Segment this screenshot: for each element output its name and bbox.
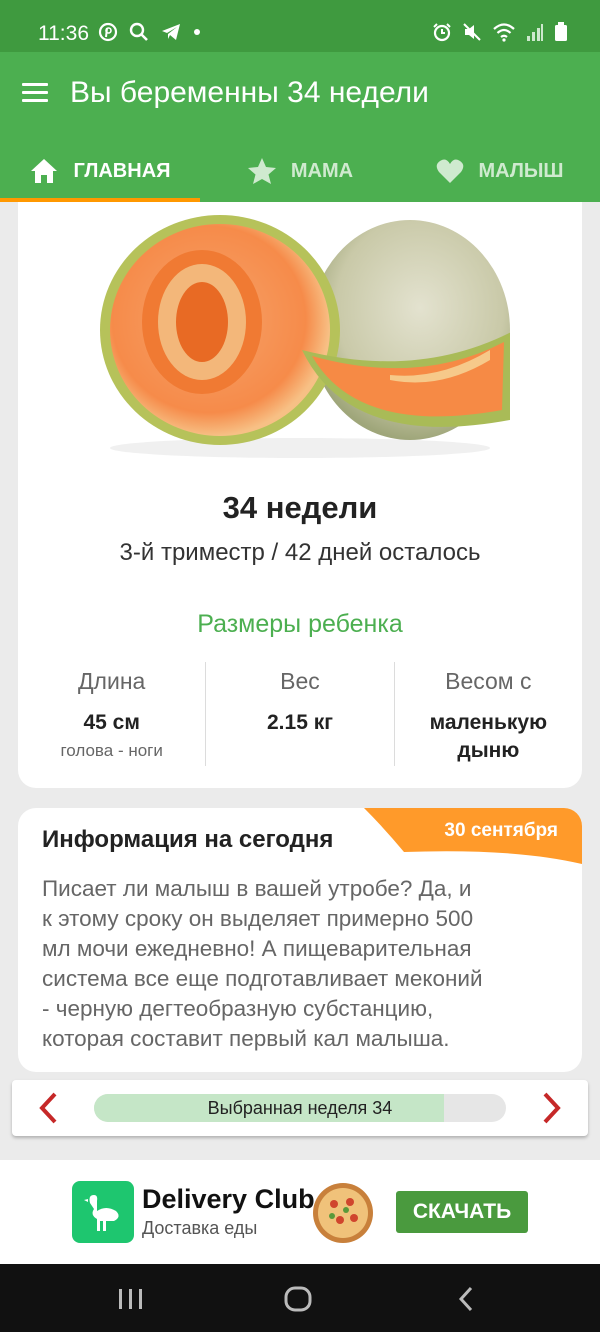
stat-length: Длина 45 см голова - ноги xyxy=(18,662,205,766)
week-card: 34 недели 3-й триместр / 42 дней осталос… xyxy=(18,202,582,788)
status-bar: 11:36 xyxy=(0,0,600,52)
dot-icon xyxy=(194,29,200,35)
info-line: система все еще подготавливает меконий xyxy=(42,966,483,991)
stat-comparison-line2: дыню xyxy=(457,739,520,762)
stat-comparison-label: Весом с xyxy=(445,668,532,694)
ostrich-icon xyxy=(84,1195,119,1231)
stat-weight-value: 2.15 кг xyxy=(267,711,333,734)
info-line: Писает ли малыш в вашей утробе? Да, и xyxy=(42,876,472,901)
tab-mom-label: МАМА xyxy=(290,159,354,182)
search-icon xyxy=(129,22,148,41)
battery-icon xyxy=(555,22,567,41)
info-line: мл мочи ежедневно! А пищеварительная xyxy=(42,936,472,961)
info-card: 30 сентября Информация на сегодня Писает… xyxy=(18,808,582,1072)
baby-stats: Длина 45 см голова - ноги Вес 2.15 кг Ве… xyxy=(18,662,582,766)
tab-baby-label: МАЛЫШ xyxy=(478,159,564,182)
signal-icon xyxy=(527,24,543,41)
info-title: Информация на сегодня xyxy=(42,826,334,853)
app-bar: Вы беременны 34 недели xyxy=(0,52,600,140)
pizza-image xyxy=(313,1183,373,1243)
back-icon[interactable] xyxy=(452,1284,482,1314)
stat-comparison: Весом с маленькую дыню xyxy=(393,662,582,766)
home-nav-icon[interactable] xyxy=(283,1284,313,1314)
ad-brand: Delivery Club xyxy=(142,1184,315,1214)
stat-comparison-line1: маленькую xyxy=(429,711,548,734)
page-title: Вы беременны 34 недели xyxy=(70,76,429,109)
stat-length-sub: голова - ноги xyxy=(60,741,163,760)
telegram-icon xyxy=(162,24,180,40)
baby-sizes-title: Размеры ребенка xyxy=(197,610,403,638)
home-icon xyxy=(31,159,58,183)
stat-comparison-value: маленькую дыню xyxy=(395,709,582,765)
tab-bar: ГЛАВНАЯ МАМА МАЛЫШ xyxy=(0,140,600,202)
tab-home-label: ГЛАВНАЯ xyxy=(73,159,171,182)
chevron-right-icon[interactable] xyxy=(532,1090,568,1126)
tab-baby[interactable]: МАЛЫШ xyxy=(400,140,600,202)
info-text: Писает ли малыш в вашей утробе? Да, и к … xyxy=(42,874,562,1054)
info-date: 30 сентября xyxy=(444,820,558,841)
alarm-icon xyxy=(433,23,451,42)
week-progress-bar[interactable]: Выбранная неделя 34 xyxy=(94,1094,506,1122)
stat-weight-label: Вес xyxy=(280,668,320,694)
stat-length-label: Длина xyxy=(77,668,146,694)
date-badge: 30 сентября xyxy=(364,808,582,864)
info-line: к этому сроку он выделяет примерно 500 xyxy=(42,906,474,931)
ad-banner[interactable]: Delivery Club Доставка еды СКАЧАТЬ xyxy=(0,1160,600,1264)
stat-length-value: 45 см xyxy=(83,711,140,734)
status-time: 11:36 xyxy=(38,22,89,45)
tab-mom[interactable]: МАМА xyxy=(200,140,400,202)
chevron-left-icon[interactable] xyxy=(32,1090,68,1126)
wifi-icon xyxy=(493,23,515,42)
delivery-club-logo xyxy=(72,1181,134,1243)
selected-week-label: Выбранная неделя 34 xyxy=(207,1098,393,1118)
menu-icon[interactable] xyxy=(22,83,48,103)
pinterest-icon xyxy=(98,22,118,42)
tab-home[interactable]: ГЛАВНАЯ xyxy=(0,140,200,202)
cantaloupe-melon-image xyxy=(100,215,510,458)
recent-apps-icon[interactable] xyxy=(116,1284,146,1314)
stat-weight: Вес 2.15 кг xyxy=(205,662,393,766)
info-line: - черную дегтеобразную субстанцию, xyxy=(42,996,434,1021)
trimester-text: 3-й триместр / 42 дней осталось xyxy=(119,539,481,566)
heart-icon xyxy=(437,159,464,183)
ad-description: Доставка еды xyxy=(142,1218,258,1238)
system-nav-bar xyxy=(0,1264,600,1332)
info-line: которая составит первый кал малыша. xyxy=(42,1026,450,1051)
star-icon xyxy=(247,158,276,184)
week-title: 34 недели xyxy=(222,490,378,525)
week-selector: Выбранная неделя 34 xyxy=(12,1080,588,1136)
download-button[interactable]: СКАЧАТЬ xyxy=(396,1191,528,1233)
mute-icon xyxy=(463,23,481,41)
